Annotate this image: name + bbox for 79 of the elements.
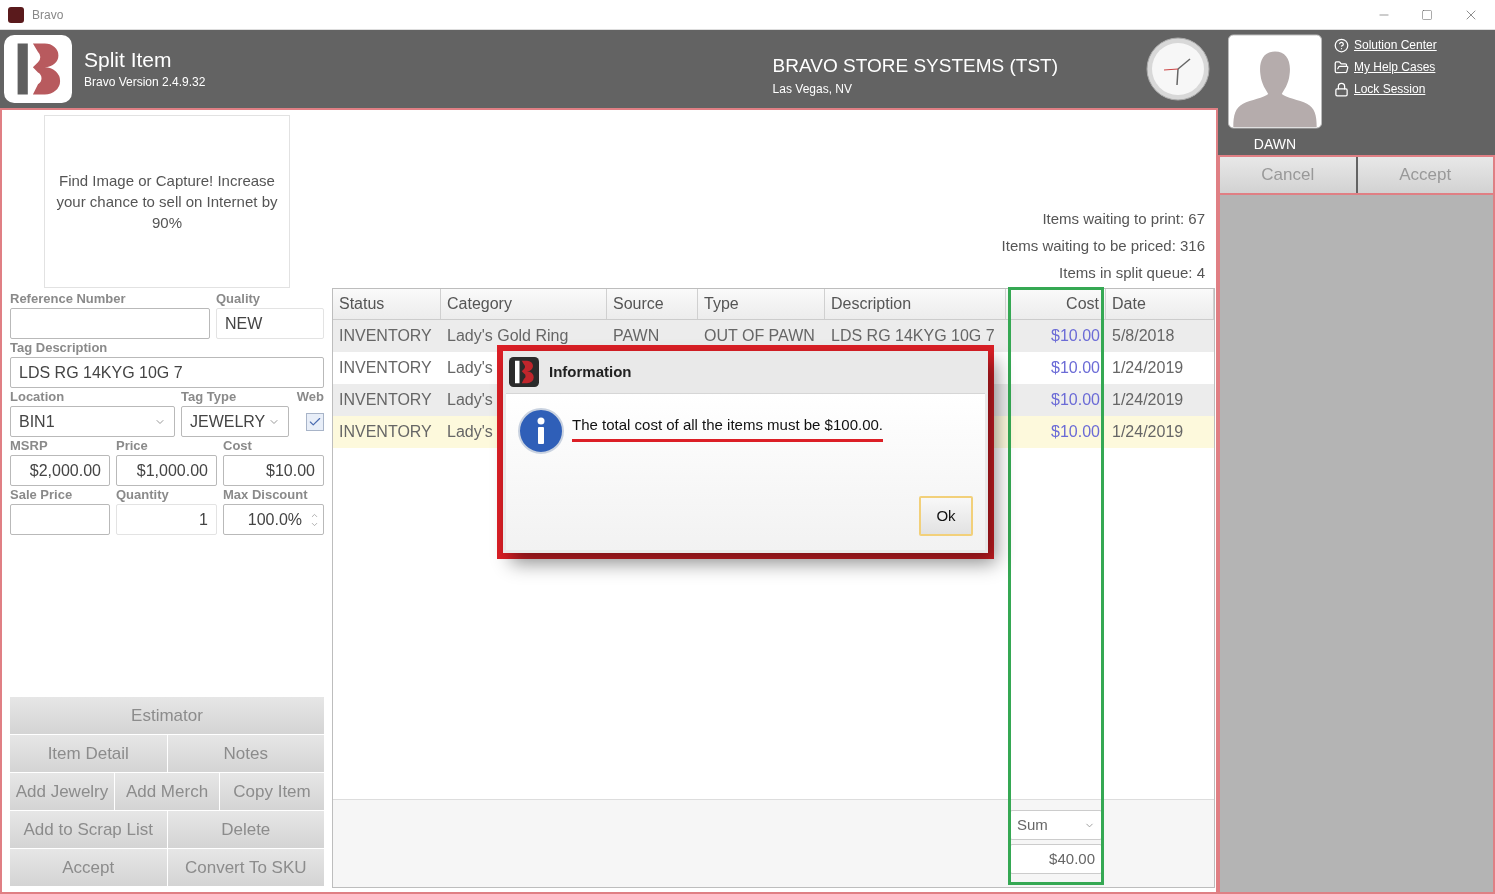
table-cell-text: PAWN [613, 326, 660, 346]
field-label: Tag Description [10, 340, 109, 356]
table-cell-text: $10.00 [1051, 358, 1100, 378]
field-label: Sale Price [10, 487, 74, 503]
number-field[interactable]: $10.00 [223, 455, 324, 486]
column-header[interactable]: Type [698, 289, 825, 319]
user-name: DAWN [1253, 135, 1297, 154]
store-name: BRAVO STORE SYSTEMS (TST) [772, 53, 1058, 78]
field-label: Quantity [116, 487, 170, 503]
table-cell-text: INVENTORY [339, 422, 432, 442]
field-label: Tag Type [181, 389, 238, 405]
column-header[interactable]: Description [825, 289, 1006, 319]
table-cell-text: 1/24/2019 [1112, 422, 1184, 442]
text-field[interactable]: LDS RG 14KYG 10G 7 [10, 357, 324, 388]
number-field[interactable]: 1 [116, 504, 217, 535]
header-link[interactable]: Lock Session [1354, 80, 1426, 98]
help-icon [1334, 37, 1349, 53]
header-link[interactable]: My Help Cases [1354, 58, 1436, 76]
table-cell-text: LDS RG 14KYG 10G 7 [831, 326, 995, 346]
web-checkbox[interactable] [306, 412, 324, 431]
table-cell-text: 1/24/2019 [1112, 390, 1184, 410]
number-field[interactable]: $2,000.00 [10, 455, 110, 486]
version-label: Bravo Version 2.4.9.32 [84, 74, 206, 91]
table-cell-text: $10.00 [1051, 422, 1100, 442]
info-icon [518, 408, 564, 454]
column-header[interactable]: Cost [1006, 289, 1106, 319]
image-placeholder[interactable]: Find Image or Capture! Increase your chance to sell on Internet by 90% [44, 115, 290, 288]
table-cell-text: INVENTORY [339, 358, 432, 378]
number-field[interactable]: $1,000.00 [116, 455, 217, 486]
column-header[interactable]: Date [1106, 289, 1214, 319]
field-label: Web [296, 389, 324, 405]
bravo-logo [4, 35, 72, 103]
header-link[interactable]: Solution Center [1354, 36, 1437, 54]
dropdown[interactable]: BIN1 [10, 406, 175, 437]
avatar-icon [1226, 34, 1324, 129]
column-header[interactable]: Category [441, 289, 607, 319]
table-cell-text: OUT OF PAWN [704, 326, 815, 346]
image-hint: Find Image or Capture! Increase your chance to sell on Internet by 90% [55, 171, 279, 233]
folder-icon [1334, 59, 1349, 75]
table-cell-text: $10.00 [1051, 326, 1100, 346]
screen-title: Split Item [84, 47, 173, 73]
field-label: Cost [223, 438, 253, 454]
text-field[interactable]: NEW [216, 308, 324, 339]
queue-stat: Items waiting to print: 67 [1042, 209, 1205, 229]
field-label: Reference Number [10, 291, 127, 307]
table-cell-text: Lady's [447, 390, 493, 410]
app-icon [8, 6, 24, 23]
field-label: MSRP [10, 438, 49, 454]
total-field: $40.00 [1010, 844, 1102, 874]
column-header[interactable]: Status [333, 289, 441, 319]
table-cell-text: INVENTORY [339, 326, 432, 346]
table-cell-text: INVENTORY [339, 390, 432, 410]
dropdown[interactable]: JEWELRY [181, 406, 289, 437]
store-location: Las Vegas, NV [772, 81, 853, 99]
field-label: Location [10, 389, 66, 405]
queue-stat: Items waiting to be priced: 316 [1001, 236, 1205, 256]
column-header[interactable]: Source [607, 289, 698, 319]
dialog-logo [509, 357, 539, 387]
lock-icon [1334, 81, 1349, 97]
maximize-icon[interactable] [1421, 8, 1433, 21]
ok-button[interactable]: Ok [919, 496, 973, 536]
clock-icon [1146, 37, 1210, 101]
table-cell-text: $10.00 [1051, 390, 1100, 410]
field-label: Price [116, 438, 149, 454]
table-cell-text: Lady's [447, 358, 493, 378]
queue-stat: Items in split queue: 4 [1059, 263, 1205, 283]
spinner-field[interactable]: 100.0% [223, 504, 324, 535]
field-label: Max Discount [223, 487, 309, 503]
table-cell-text: 5/8/2018 [1112, 326, 1175, 346]
field-label: Quality [216, 291, 262, 307]
dialog-title: Information [549, 361, 632, 382]
window-title: Bravo [32, 6, 64, 24]
text-field[interactable] [10, 308, 210, 339]
number-field[interactable] [10, 504, 110, 535]
table-cell-text: 1/24/2019 [1112, 358, 1184, 378]
table-cell-text: Lady's Gold Ring [447, 326, 569, 346]
table-cell-text: Lady's [447, 422, 493, 442]
aggregate-dropdown[interactable]: Sum [1010, 810, 1102, 840]
dialog-message: The total cost of all the items must be $100.00. [572, 415, 883, 435]
